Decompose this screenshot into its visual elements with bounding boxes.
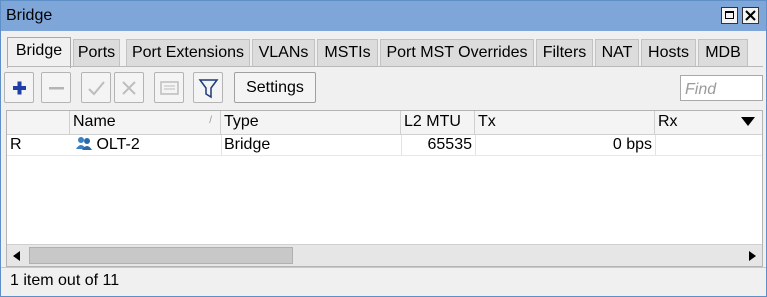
row-rx <box>655 135 762 155</box>
column-rx[interactable]: Rx <box>655 111 734 134</box>
column-flags[interactable] <box>7 111 70 134</box>
funnel-icon <box>198 79 219 99</box>
scroll-left-button[interactable] <box>7 245 29 266</box>
bridge-icon <box>76 137 92 150</box>
column-l2-mtu[interactable]: L2 MTU <box>401 111 475 134</box>
item-count: 1 item out of 11 <box>10 272 120 289</box>
title-bar[interactable]: Bridge <box>1 1 766 31</box>
column-type[interactable]: Type <box>221 111 401 134</box>
check-icon <box>88 81 105 96</box>
bridge-table: Name / Type L2 MTU Tx Rx R OLT-2 Bridge … <box>6 110 763 267</box>
row-name-text: OLT-2 <box>96 136 140 153</box>
row-type: Bridge <box>224 136 271 153</box>
bridge-window: Bridge Bridge Ports Port Extensions VLAN… <box>0 0 767 297</box>
tab-port-extensions[interactable]: Port Extensions <box>126 39 250 66</box>
filter-button[interactable] <box>193 72 223 103</box>
x-icon <box>122 81 136 95</box>
column-menu-icon[interactable] <box>741 117 755 126</box>
enable-button[interactable] <box>81 72 111 103</box>
row-l2-mtu: 65535 <box>427 136 473 153</box>
horizontal-scrollbar[interactable] <box>7 244 762 266</box>
disable-button[interactable] <box>114 72 144 103</box>
tab-hosts[interactable]: Hosts <box>641 39 696 66</box>
comment-button[interactable] <box>154 72 184 103</box>
settings-button[interactable]: Settings <box>234 72 316 103</box>
tab-port-mst-overrides[interactable]: Port MST Overrides <box>380 39 534 66</box>
comment-icon <box>160 81 179 95</box>
close-icon <box>745 10 756 21</box>
row-flag: R <box>10 136 22 153</box>
tab-vlans[interactable]: VLANs <box>252 39 315 66</box>
tab-ports[interactable]: Ports <box>73 39 120 66</box>
row-tx: 0 bps <box>612 136 652 153</box>
arrow-right-icon <box>749 251 756 261</box>
tab-mdb[interactable]: MDB <box>698 39 748 66</box>
cell-divider <box>655 135 656 155</box>
minus-icon <box>49 87 64 90</box>
scroll-right-button[interactable] <box>740 245 762 266</box>
tab-filters[interactable]: Filters <box>536 39 593 66</box>
find-input[interactable] <box>680 75 763 101</box>
tab-bridge[interactable]: Bridge <box>7 37 71 68</box>
table-header: Name / Type L2 MTU Tx Rx <box>7 111 762 135</box>
table-row[interactable]: R OLT-2 Bridge 65535 0 bps <box>7 135 762 156</box>
arrow-left-icon <box>13 251 20 261</box>
scrollbar-thumb[interactable] <box>29 247 293 264</box>
sort-icon: / <box>209 115 212 126</box>
plus-icon <box>13 81 26 95</box>
column-tx[interactable]: Tx <box>475 111 655 134</box>
window-title: Bridge <box>6 7 53 24</box>
remove-button[interactable] <box>41 72 71 103</box>
column-name-label: Name <box>73 113 116 130</box>
cell-divider <box>401 135 402 155</box>
tab-mstis[interactable]: MSTIs <box>317 39 378 66</box>
cell-divider <box>221 135 222 155</box>
tab-divider <box>7 66 763 67</box>
close-button[interactable] <box>742 7 759 24</box>
cell-divider <box>475 135 476 155</box>
tab-nat[interactable]: NAT <box>595 39 639 66</box>
add-button[interactable] <box>4 72 34 103</box>
column-name[interactable]: Name / <box>70 111 221 134</box>
status-bar: 1 item out of 11 <box>1 267 766 297</box>
row-name: OLT-2 <box>70 135 221 155</box>
maximize-button[interactable] <box>721 7 738 24</box>
